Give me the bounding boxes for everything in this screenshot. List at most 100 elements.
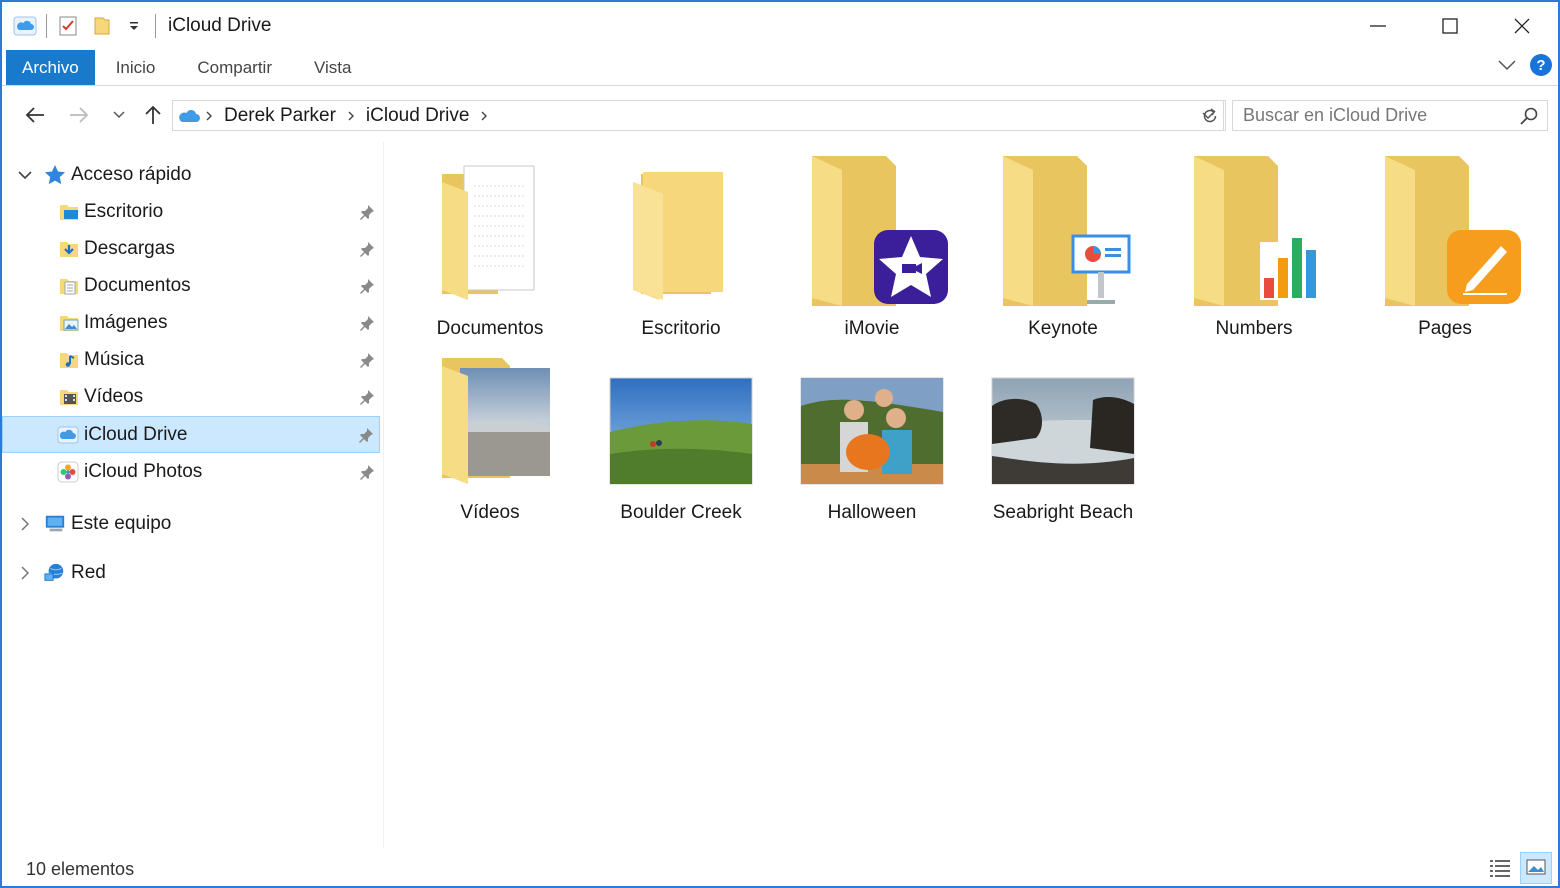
folder-icon <box>1003 156 1131 306</box>
sidebar-item-icloud-drive[interactable]: iCloud Drive <box>2 416 380 453</box>
sidebar-item-documentos[interactable]: Documentos <box>2 268 380 305</box>
refresh-icon <box>1203 107 1216 122</box>
documents-folder-icon <box>58 275 80 297</box>
folder-pages[interactable]: Pages <box>1355 152 1535 342</box>
item-label: Boulder Creek <box>620 502 742 523</box>
tab-archivo[interactable]: Archivo <box>6 50 95 85</box>
landscape-photo-icon <box>609 377 753 485</box>
sidebar-label: Documentos <box>84 275 191 296</box>
sidebar-item-escritorio[interactable]: Escritorio <box>2 194 380 231</box>
chevron-right-icon[interactable] <box>16 515 34 533</box>
quick-access-toolbar <box>2 2 164 50</box>
downloads-folder-icon <box>58 238 80 260</box>
sidebar-label: Acceso rápido <box>71 164 192 185</box>
pin-icon[interactable] <box>358 203 376 221</box>
pin-icon[interactable] <box>358 314 376 332</box>
sidebar-item-icloud-photos[interactable]: iCloud Photos <box>2 454 380 491</box>
folder-icon <box>442 358 550 484</box>
item-count: 10 elementos <box>26 859 135 879</box>
sidebar-item-red[interactable]: Red <box>2 555 380 592</box>
navigation-bar: Derek Parker iCloud Drive <box>2 96 1558 134</box>
sidebar-item-este-equipo[interactable]: Este equipo <box>2 506 380 543</box>
breadcrumb-separator-icon[interactable] <box>200 110 218 122</box>
properties-icon[interactable] <box>55 13 81 39</box>
music-folder-icon <box>58 349 80 371</box>
star-icon <box>44 164 66 186</box>
new-folder-icon[interactable] <box>89 13 115 39</box>
details-view-icon <box>1490 860 1510 877</box>
folder-imovie[interactable]: iMovie <box>782 152 962 342</box>
folder-numbers[interactable]: Numbers <box>1164 152 1344 342</box>
pin-icon[interactable] <box>358 240 376 258</box>
sidebar-label: Escritorio <box>84 201 164 222</box>
file-view: Documentos Escritorio iMovie Keynote Num… <box>386 142 1558 848</box>
breadcrumb-derek-parker[interactable]: Derek Parker <box>218 105 342 127</box>
title-bar: iCloud Drive <box>2 2 1558 50</box>
folder-icon <box>1385 156 1521 306</box>
window-controls <box>1342 2 1558 50</box>
pin-icon[interactable] <box>357 426 375 444</box>
ribbon-right-controls: ? <box>1496 54 1552 76</box>
up-button[interactable] <box>138 100 168 130</box>
chevron-down-icon[interactable] <box>16 166 34 184</box>
pin-icon[interactable] <box>358 388 376 406</box>
folder-keynote[interactable]: Keynote <box>973 152 1153 342</box>
customize-toolbar-icon[interactable] <box>121 13 147 39</box>
window-title: iCloud Drive <box>168 15 272 36</box>
back-button[interactable] <box>20 100 50 130</box>
sidebar-item-imagenes[interactable]: Imágenes <box>2 305 380 342</box>
arrow-left-icon <box>25 107 44 123</box>
item-label: Halloween <box>827 502 917 523</box>
tab-inicio[interactable]: Inicio <box>95 50 177 85</box>
breadcrumb-separator-icon[interactable] <box>475 110 493 122</box>
help-button[interactable]: ? <box>1530 54 1552 76</box>
sidebar-label: Imágenes <box>84 312 168 333</box>
pin-icon[interactable] <box>358 277 376 295</box>
maximize-button[interactable] <box>1414 2 1486 50</box>
pictures-folder-icon <box>58 312 80 334</box>
folder-documentos[interactable]: Documentos <box>400 152 580 342</box>
close-button[interactable] <box>1486 2 1558 50</box>
chevron-down-icon <box>113 111 125 119</box>
refresh-button[interactable] <box>1194 100 1226 131</box>
chevron-right-icon[interactable] <box>16 564 34 582</box>
sidebar-item-videos[interactable]: Vídeos <box>2 379 380 416</box>
image-halloween[interactable]: Halloween <box>782 336 962 526</box>
sidebar-label: Vídeos <box>84 386 144 407</box>
breadcrumb-icloud-drive[interactable]: iCloud Drive <box>360 105 475 127</box>
sidebar-item-quick-access[interactable]: Acceso rápido <box>2 157 380 194</box>
network-icon <box>44 562 66 584</box>
item-label: Seabright Beach <box>992 502 1134 523</box>
forward-button[interactable] <box>64 100 94 130</box>
expand-ribbon-icon[interactable] <box>1496 54 1518 76</box>
details-view-button[interactable] <box>1484 852 1516 884</box>
folder-icon <box>442 165 535 300</box>
sidebar-item-musica[interactable]: Música <box>2 342 380 379</box>
large-icons-view-button[interactable] <box>1520 852 1552 884</box>
tab-compartir[interactable]: Compartir <box>176 50 293 85</box>
sidebar-label: Este equipo <box>71 513 172 534</box>
people-photo-icon <box>800 377 944 485</box>
address-bar[interactable]: Derek Parker iCloud Drive <box>172 100 1224 131</box>
search-input[interactable] <box>1233 105 1503 126</box>
minimize-button[interactable] <box>1342 2 1414 50</box>
breadcrumb-separator-icon[interactable] <box>342 110 360 122</box>
recent-locations-button[interactable] <box>104 100 134 130</box>
computer-icon <box>44 513 66 535</box>
pin-icon[interactable] <box>358 463 376 481</box>
pin-icon[interactable] <box>358 351 376 369</box>
search-icon[interactable] <box>1519 106 1539 131</box>
folder-videos[interactable]: Vídeos <box>400 336 580 526</box>
icloud-app-icon <box>12 13 38 39</box>
item-label: Numbers <box>1215 318 1293 339</box>
videos-folder-icon <box>58 386 80 408</box>
image-boulder-creek[interactable]: Boulder Creek <box>591 336 771 526</box>
close-icon <box>1514 18 1530 34</box>
tab-vista[interactable]: Vista <box>293 50 373 85</box>
folder-escritorio[interactable]: Escritorio <box>591 152 771 342</box>
image-seabright-beach[interactable]: Seabright Beach <box>973 336 1153 526</box>
beach-photo-icon <box>991 377 1135 485</box>
navigation-pane: Acceso rápido Escritorio Descargas Docum… <box>2 142 384 848</box>
sidebar-item-descargas[interactable]: Descargas <box>2 231 380 268</box>
minimize-icon <box>1370 25 1386 27</box>
